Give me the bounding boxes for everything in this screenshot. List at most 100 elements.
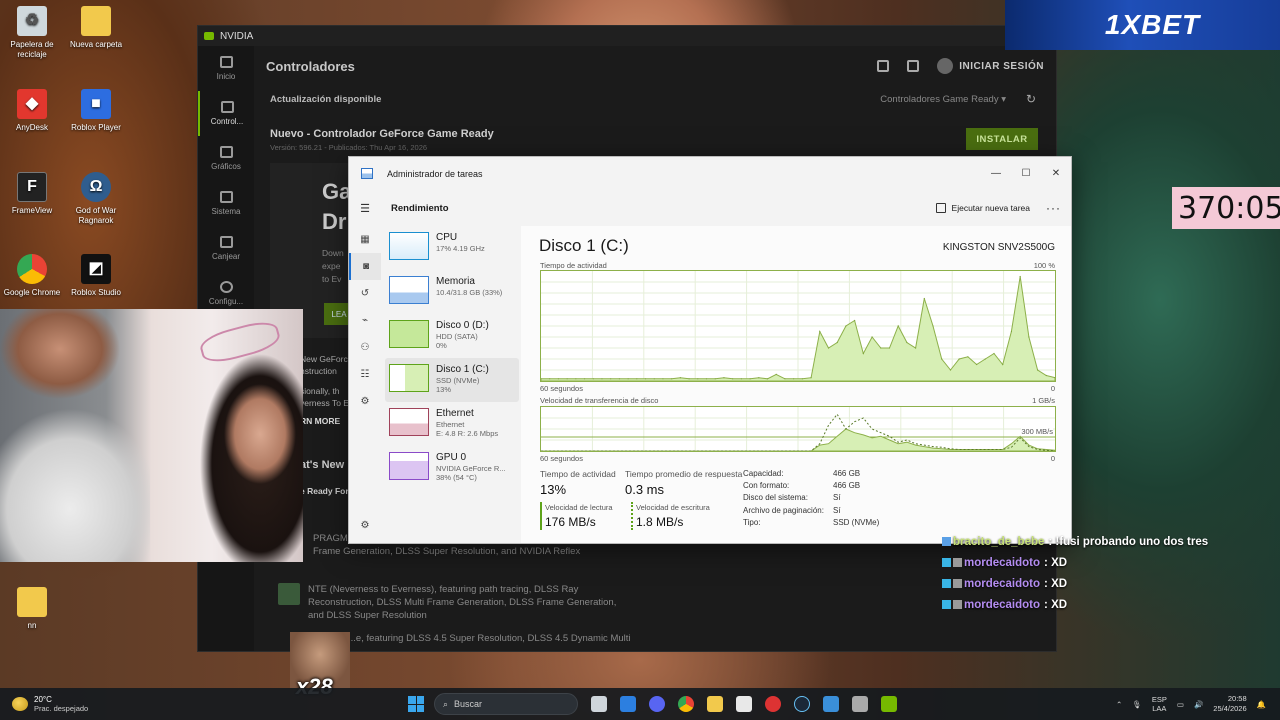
activity-point [627, 378, 629, 380]
desktop-icon-new-folder[interactable]: Nueva carpeta [64, 6, 128, 50]
gear-icon [219, 281, 233, 293]
steam-icon[interactable] [794, 696, 810, 712]
resource-disk-1[interactable]: Disco 1 (C:) SSD (NVMe) 13% [385, 358, 519, 402]
minimize-button[interactable]: — [981, 168, 1011, 179]
nav-home[interactable]: Inicio [198, 46, 254, 91]
write-speed-value: 1.8 MB/s [636, 515, 684, 529]
perf-resource-list: CPU 17% 4.19 GHz Memoria 10.4/31.8 GB (33%… [381, 226, 521, 543]
performance-icon[interactable]: ◙ [349, 253, 381, 280]
activity-point [575, 378, 577, 380]
feedback-icon[interactable] [907, 60, 920, 72]
notification-bell-icon[interactable]: 🔔 [1257, 700, 1266, 709]
activity-point [932, 325, 934, 327]
clock[interactable]: 20:58 25/4/2026 [1213, 694, 1246, 714]
taskbar-search[interactable]: ⌕ Buscar [434, 693, 578, 715]
chrome-icon[interactable] [678, 696, 694, 712]
chevron-up-icon[interactable]: ⌃ [1116, 700, 1122, 709]
task-view-icon[interactable] [591, 696, 607, 712]
cpu-thumbnail [389, 232, 429, 260]
hamburger-icon[interactable]: ☰ [349, 202, 381, 215]
outlook-icon[interactable] [620, 696, 636, 712]
nvidia-header: Controladores INICIAR SESIÓN [254, 46, 1056, 86]
activity-point [827, 347, 830, 349]
activity-point [941, 358, 943, 360]
nav-graphics[interactable]: Gráficos [198, 136, 254, 181]
settings-icon[interactable]: ⚙ [349, 512, 381, 539]
transfer-chart-max: 1 GB/s [1032, 396, 1055, 405]
task-manager-window: Administrador de tareas — ☐ ✕ ☰ Rendimie… [348, 156, 1072, 544]
nav-redeem[interactable]: Canjear [198, 226, 254, 271]
install-button[interactable]: INSTALAR [966, 128, 1038, 150]
start-button[interactable] [408, 696, 424, 712]
chat-message: mordecaidoto : XD [940, 594, 1280, 615]
transfer-chart-mid: 300 MB/s [1021, 427, 1053, 436]
resource-gpu[interactable]: GPU 0 NVIDIA GeForce R... 38% (54 °C) [381, 446, 521, 490]
desktop-icon-god-of-war[interactable]: Ω God of War Ragnarok [64, 172, 128, 226]
services-icon[interactable]: ⚙ [349, 388, 381, 415]
game-icon[interactable] [852, 696, 868, 712]
startup-apps-icon[interactable]: ⌁ [349, 307, 381, 334]
run-new-task-button[interactable]: Ejecutar nueva tarea [935, 203, 1030, 213]
more-options-button[interactable]: ··· [1046, 201, 1061, 215]
desktop-icon-recycle-bin[interactable]: ♻ Papelera de reciclaje [0, 6, 64, 60]
run-task-icon [935, 203, 946, 213]
weather-widget[interactable]: 20°C Prac. despejado [12, 695, 372, 713]
activity-point [967, 356, 969, 358]
app-history-icon[interactable]: ↺ [349, 280, 381, 307]
microphone-icon[interactable]: 🎙 [1132, 700, 1142, 709]
badge-icon [953, 579, 962, 588]
news-item[interactable]: ...e, featuring DLSS 4.5 Super Resolutio… [348, 632, 638, 645]
refresh-icon[interactable]: ↻ [1026, 92, 1036, 106]
task-manager-icon[interactable] [823, 696, 839, 712]
folder-icon [81, 6, 111, 36]
app-icon[interactable] [765, 696, 781, 712]
resource-cpu[interactable]: CPU 17% 4.19 GHz [381, 226, 521, 270]
activity-point [557, 378, 560, 380]
write-indicator [631, 502, 633, 530]
desktop-icon-anydesk[interactable]: ◆ AnyDesk [0, 89, 64, 133]
badge-icon [953, 558, 962, 567]
store-icon[interactable] [736, 696, 752, 712]
volume-icon[interactable]: 🔊 [1194, 700, 1203, 709]
task-manager-icon [361, 168, 373, 179]
desktop-icon-roblox-player[interactable]: ■ Roblox Player [64, 89, 128, 133]
activity-point [915, 347, 917, 349]
desktop-icon-frameview[interactable]: F FrameView [0, 172, 64, 216]
activity-point [871, 336, 873, 338]
desktop-icon-chrome[interactable]: Google Chrome [0, 254, 64, 298]
nav-drivers[interactable]: Control... [198, 91, 254, 136]
users-icon[interactable]: ⚇ [349, 334, 381, 361]
file-explorer-icon[interactable] [707, 696, 723, 712]
news-item[interactable]: NTE (Neverness to Everness), featuring p… [278, 583, 628, 622]
monitor-icon [219, 191, 233, 203]
driver-type-dropdown[interactable]: Controladores Game Ready ▾ [880, 94, 1006, 105]
chat-message: bracito_de_bebe : !fusi probando uno dos… [940, 531, 1280, 552]
network-icon[interactable]: ▭ [1177, 700, 1184, 709]
gpu-thumbnail [389, 452, 429, 480]
system-tray: ⌃ 🎙 ESP LAA ▭ 🔊 20:58 25/4/2026 🔔 [1116, 694, 1266, 714]
nav-system[interactable]: Sistema [198, 181, 254, 226]
processes-icon[interactable]: ▦ [349, 226, 381, 253]
activity-point [984, 358, 986, 360]
activity-point [714, 378, 716, 380]
discord-icon[interactable] [649, 696, 665, 712]
memory-thumbnail [389, 276, 429, 304]
language-indicator[interactable]: ESP LAA [1152, 695, 1167, 713]
resource-disk-0[interactable]: Disco 0 (D:) HDD (SATA) 0% [381, 314, 521, 358]
frameview-icon: F [17, 172, 47, 202]
close-button[interactable]: ✕ [1041, 168, 1071, 179]
signin-button[interactable]: INICIAR SESIÓN [937, 58, 1044, 74]
chat-overlay: bracito_de_bebe : !fusi probando uno dos… [940, 531, 1280, 615]
resource-ethernet[interactable]: Ethernet Ethernet E: 4.8 R: 2.6 Mbps [381, 402, 521, 446]
details-icon[interactable]: ☷ [349, 361, 381, 388]
activity-point [732, 378, 734, 380]
desktop-icon-roblox-studio[interactable]: ◩ Roblox Studio [64, 254, 128, 298]
maximize-button[interactable]: ☐ [1011, 168, 1041, 179]
resource-memory[interactable]: Memoria 10.4/31.8 GB (33%) [381, 270, 521, 314]
activity-point [601, 378, 603, 380]
partly-sunny-icon [12, 697, 28, 711]
desktop-icon-nn-folder[interactable]: nn [0, 587, 64, 631]
nvidia-icon[interactable] [881, 696, 897, 712]
share-icon[interactable] [877, 60, 890, 72]
page-title: Controladores [266, 58, 355, 74]
